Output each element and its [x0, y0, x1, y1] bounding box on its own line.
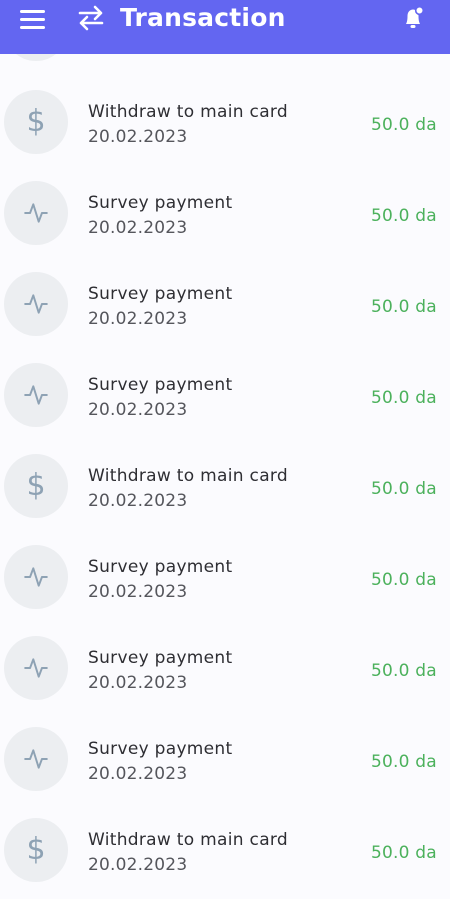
activity-icon — [24, 203, 48, 223]
transaction-date: 20.02.2023 — [88, 491, 188, 511]
transaction-row[interactable]: Survey payment 20.02.2023 50.0 da — [0, 628, 450, 719]
transaction-row[interactable]: $ Withdraw to main card 20.02.2023 50.0 da — [0, 810, 450, 899]
transaction-title: Survey payment — [88, 193, 233, 213]
transaction-avatar: $ — [4, 90, 68, 154]
transaction-title: Survey payment — [88, 284, 233, 304]
bell-icon — [406, 5, 425, 28]
swap-arrows-icon — [78, 5, 104, 31]
transaction-date: 20.02.2023 — [88, 764, 188, 784]
dollar-icon: $ — [26, 104, 46, 139]
transaction-amount: 50.0 da — [371, 297, 437, 317]
transaction-avatar: $ — [4, 818, 68, 882]
transaction-amount: 50.0 da — [371, 843, 437, 863]
transaction-title: Survey payment — [88, 375, 233, 395]
transaction-list[interactable]: $ Withdraw to main card 20.02.2023 50.0 da S… — [0, 54, 450, 899]
transaction-amount: 50.0 da — [371, 661, 437, 681]
transaction-row[interactable]: Survey payment 20.02.2023 50.0 da — [0, 264, 450, 355]
transaction-row[interactable]: Survey payment 20.02.2023 50.0 da — [0, 173, 450, 264]
transaction-amount: 50.0 da — [371, 206, 437, 226]
transaction-avatar: $ — [4, 454, 68, 518]
transaction-amount: 50.0 da — [371, 752, 437, 772]
transaction-avatar — [4, 363, 68, 427]
transaction-amount: 50.0 da — [371, 388, 437, 408]
activity-icon — [24, 749, 48, 769]
transaction-amount: 50.0 da — [371, 570, 437, 590]
transaction-avatar — [4, 636, 68, 700]
transaction-date: 20.02.2023 — [88, 127, 188, 147]
transaction-amount: 50.0 da — [371, 115, 437, 135]
transaction-row[interactable]: $ Withdraw to main card 20.02.2023 50.0 da — [0, 82, 450, 173]
transaction-date: 20.02.2023 — [88, 400, 188, 420]
transaction-date: 20.02.2023 — [88, 855, 188, 875]
transaction-avatar — [4, 545, 68, 609]
transaction-date: 20.02.2023 — [88, 673, 188, 693]
menu-button[interactable] — [18, 4, 48, 34]
transaction-title: Survey payment — [88, 648, 233, 668]
transaction-row[interactable]: $ Withdraw to main card 20.02.2023 50.0 da — [0, 446, 450, 537]
transaction-row[interactable]: Survey payment 20.02.2023 50.0 da — [0, 355, 450, 446]
app-bar: Transaction — [0, 0, 450, 54]
notifications-button[interactable] — [398, 3, 428, 33]
avatar — [4, 54, 68, 61]
transaction-avatar — [4, 181, 68, 245]
activity-icon — [24, 294, 48, 314]
transaction-date: 20.02.2023 — [88, 218, 188, 238]
activity-icon — [24, 567, 48, 587]
transaction-title: Withdraw to main card — [88, 102, 288, 122]
transaction-row[interactable]: Survey payment 20.02.2023 50.0 da — [0, 537, 450, 628]
activity-icon — [24, 385, 48, 405]
transaction-amount: 50.0 da — [371, 479, 437, 499]
transaction-date: 20.02.2023 — [88, 309, 188, 329]
transaction-title: Withdraw to main card — [88, 830, 288, 850]
page-title: Transaction — [120, 3, 286, 32]
transaction-row[interactable]: Survey payment 20.02.2023 50.0 da — [0, 719, 450, 810]
transaction-title: Withdraw to main card — [88, 466, 288, 486]
dollar-icon: $ — [26, 468, 46, 503]
dollar-icon: $ — [26, 832, 46, 867]
transaction-date: 20.02.2023 — [88, 582, 188, 602]
transaction-avatar — [4, 727, 68, 791]
transaction-title: Survey payment — [88, 739, 233, 759]
activity-icon — [24, 658, 48, 678]
transaction-title: Survey payment — [88, 557, 233, 577]
transaction-avatar — [4, 272, 68, 336]
